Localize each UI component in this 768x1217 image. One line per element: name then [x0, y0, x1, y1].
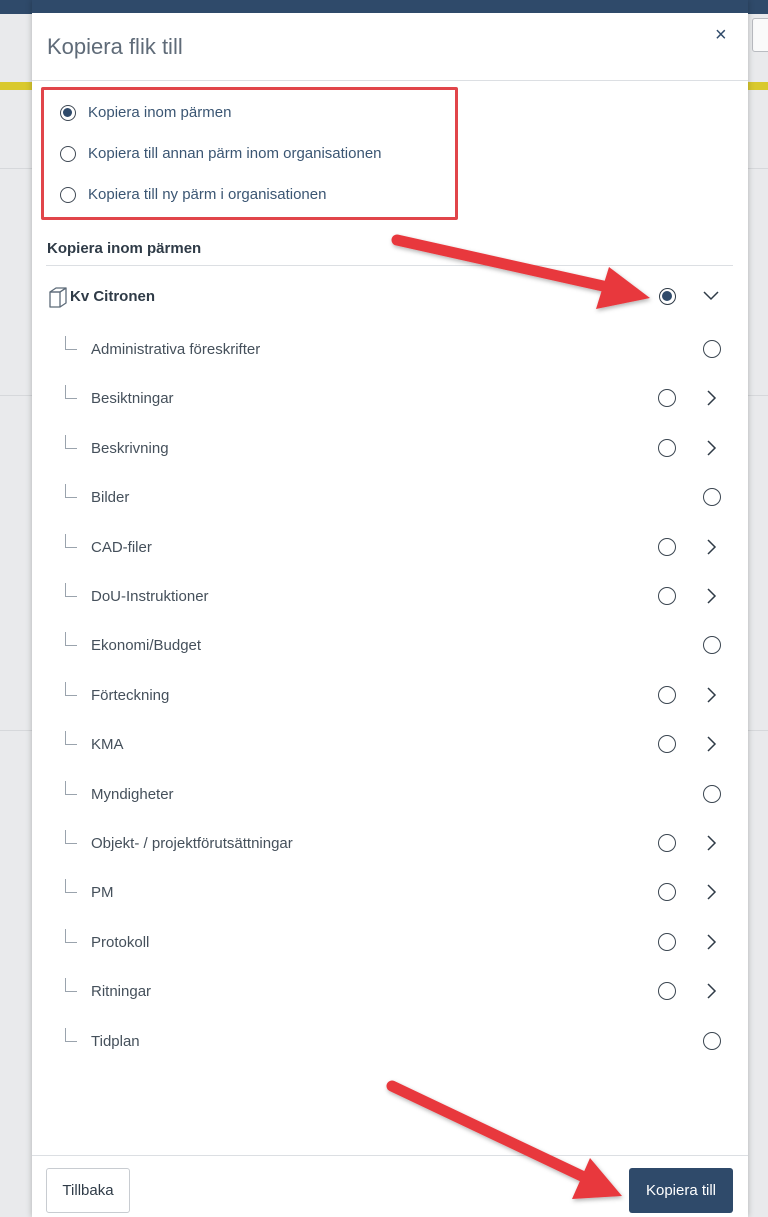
- header-divider: [32, 80, 748, 81]
- tree-item-label: DoU-Instruktioner: [91, 588, 209, 605]
- tree-item-radio[interactable]: [658, 982, 676, 1001]
- tree-item-label: CAD-filer: [91, 538, 152, 556]
- chevron-right-icon[interactable]: [704, 883, 718, 906]
- tree-item[interactable]: KMA: [32, 729, 748, 769]
- tree-item-label: Besiktningar: [91, 390, 174, 408]
- tree-item-radio[interactable]: [658, 389, 676, 408]
- tree-branch-line: [65, 632, 77, 647]
- chevron-right-icon[interactable]: [704, 439, 718, 462]
- tree-item[interactable]: Besiktningar: [32, 383, 748, 423]
- tree-root-label: Kv Citronen: [70, 288, 156, 305]
- tree-root-row[interactable]: Kv Citronen: [32, 282, 748, 312]
- tree-item-radio[interactable]: [658, 537, 676, 556]
- tree-item[interactable]: Objekt- / projektförutsättningar: [32, 828, 748, 868]
- chevron-right-icon[interactable]: [704, 587, 718, 610]
- chevron-right-icon[interactable]: [704, 933, 718, 956]
- tree-item[interactable]: Ritningar: [32, 976, 748, 1016]
- tree-branch-line: [65, 978, 77, 993]
- background-button: [752, 18, 768, 52]
- chevron-right-icon[interactable]: [704, 735, 718, 758]
- tree-item[interactable]: Beskrivning: [32, 433, 748, 473]
- tree-item-radio[interactable]: [703, 1031, 721, 1050]
- tree-root-radio[interactable]: [659, 288, 676, 305]
- chevron-right-icon[interactable]: [704, 389, 718, 412]
- radio-button[interactable]: [60, 145, 76, 162]
- dialog-title: Kopiera flik till: [47, 34, 183, 59]
- tree-branch-line: [65, 533, 77, 548]
- back-button[interactable]: Tillbaka: [46, 1168, 130, 1213]
- tree-item-radio[interactable]: [703, 488, 721, 507]
- tree-item[interactable]: PM: [32, 877, 748, 917]
- tree-item-label: Administrativa föreskrifter: [91, 341, 261, 358]
- tree-item[interactable]: Bilder: [32, 482, 748, 522]
- copy-to-button[interactable]: Kopiera till: [629, 1168, 733, 1213]
- copy-option-label: Kopiera inom pärmen: [88, 104, 232, 121]
- tree-item-label: Objekt- / projektförutsättningar: [91, 835, 293, 852]
- tree-item-radio[interactable]: [658, 883, 676, 902]
- tree-item-radio[interactable]: [658, 685, 676, 704]
- tree-branch-line: [65, 780, 77, 795]
- tree-branch-line: [65, 484, 77, 499]
- chevron-right-icon[interactable]: [704, 686, 718, 709]
- section-title: Kopiera inom pärmen: [47, 240, 202, 257]
- radio-button[interactable]: [60, 186, 76, 203]
- tree-item-label: PM: [91, 884, 114, 902]
- binder-icon: [48, 285, 68, 314]
- chevron-down-icon[interactable]: [702, 287, 720, 310]
- tree-item-label: Bilder: [91, 489, 130, 507]
- chevron-right-icon[interactable]: [704, 538, 718, 561]
- tree-item-radio[interactable]: [703, 636, 721, 655]
- close-icon[interactable]: ×: [715, 25, 727, 45]
- copy-option-other-binder[interactable]: Kopiera till annan pärm inom organisatio…: [60, 145, 382, 162]
- footer-divider: [32, 1155, 748, 1156]
- tree-item-radio[interactable]: [703, 340, 721, 358]
- tree-item-radio[interactable]: [703, 784, 721, 803]
- tree-item-label: Förteckning: [91, 686, 170, 704]
- dialog-top-bar: [32, 0, 748, 13]
- tree-branch-line: [65, 385, 77, 400]
- copy-option-within-binder[interactable]: Kopiera inom pärmen: [60, 104, 231, 121]
- tree-branch-line: [65, 1027, 77, 1042]
- chevron-right-icon[interactable]: [704, 982, 718, 1005]
- tree-item[interactable]: Administrativa föreskrifter: [32, 334, 748, 374]
- tree-item[interactable]: Tidplan: [32, 1026, 748, 1066]
- tree-item[interactable]: DoU-Instruktioner: [32, 581, 748, 621]
- tree-branch-line: [65, 879, 77, 894]
- chevron-right-icon[interactable]: [704, 834, 718, 857]
- tree-item-radio[interactable]: [658, 834, 676, 852]
- tree-item-radio[interactable]: [658, 932, 676, 951]
- copy-option-label: Kopiera till ny pärm i organisationen: [88, 186, 327, 203]
- tree-item-label: Beskrivning: [91, 439, 169, 457]
- tree-item-radio[interactable]: [658, 735, 676, 754]
- tree-item-label: Ritningar: [91, 983, 152, 1001]
- tree-item-radio[interactable]: [658, 587, 676, 605]
- tree-item-label: KMA: [91, 736, 124, 754]
- copy-tab-dialog: Kopiera flik till × Kopiera inom pärmen …: [32, 0, 748, 1217]
- tree-branch-line: [65, 434, 77, 449]
- tree-item-label: Myndigheter: [91, 785, 174, 803]
- tree-item[interactable]: Protokoll: [32, 927, 748, 967]
- tree-branch-line: [65, 928, 77, 943]
- tree-item[interactable]: Myndigheter: [32, 779, 748, 819]
- tree-branch-line: [65, 731, 77, 746]
- tree-item[interactable]: Ekonomi/Budget: [32, 630, 748, 670]
- radio-button[interactable]: [60, 104, 76, 121]
- copy-option-new-binder[interactable]: Kopiera till ny pärm i organisationen: [60, 186, 326, 203]
- tree-item-radio[interactable]: [658, 438, 676, 457]
- tree-branch-line: [65, 830, 77, 844]
- tree-branch-line: [65, 336, 77, 350]
- copy-option-group: Kopiera inom pärmen Kopiera till annan p…: [41, 87, 458, 220]
- tree-item-label: Tidplan: [91, 1032, 140, 1050]
- tree-branch-line: [65, 681, 77, 696]
- tree-item-label: Ekonomi/Budget: [91, 637, 202, 655]
- tree-item[interactable]: Förteckning: [32, 680, 748, 720]
- tree-item-label: Protokoll: [91, 933, 150, 951]
- copy-option-label: Kopiera till annan pärm inom organisatio…: [88, 145, 382, 162]
- section-divider: [46, 265, 733, 266]
- tree-item[interactable]: CAD-filer: [32, 532, 748, 572]
- tree-branch-line: [65, 583, 77, 597]
